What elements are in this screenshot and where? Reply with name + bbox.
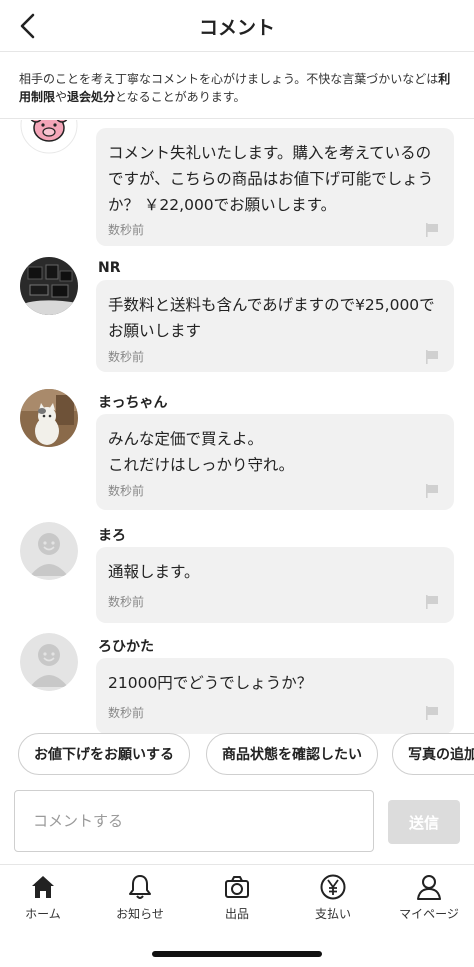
comment-text: 21000円でどうでしょうか？	[108, 674, 313, 692]
chip-request-discount[interactable]: お値下げをお願いする	[18, 733, 190, 775]
flag-icon[interactable]	[424, 483, 440, 499]
avatar[interactable]	[20, 633, 78, 691]
comment-username: ろひかた	[98, 639, 154, 655]
quick-reply-chips: お値下げをお願いする 商品状態を確認したい 写真の追加	[0, 733, 474, 777]
bell-icon	[129, 875, 151, 899]
comment-list[interactable]: コメント失礼いたします。購入を考えているのですが、こちらの商品はお値下げ可能でし…	[0, 120, 474, 764]
tab-label: 支払い	[314, 907, 351, 921]
chip-add-photo[interactable]: 写真の追加	[392, 733, 474, 775]
comment-time: 数秒前	[108, 350, 145, 364]
comment-guideline-notice: 相手のことを考え丁寧なコメントを心がけましょう。不快な言葉づかいなどは利用制限や…	[0, 53, 474, 119]
comment-username: まろ	[98, 528, 126, 544]
tab-mypage[interactable]: マイページ	[382, 873, 474, 927]
tab-label: お知らせ	[116, 907, 164, 921]
notice-account-deletion: 退会処分	[67, 90, 116, 104]
notice-text-end: となることがあります。	[115, 90, 246, 104]
dark-photo-avatar	[20, 257, 78, 315]
tab-label: マイページ	[399, 907, 459, 921]
yen-icon	[320, 874, 346, 900]
send-button[interactable]: 送信	[388, 800, 460, 844]
tab-label: ホーム	[25, 907, 61, 921]
comment-bubble: 21000円でどうでしょうか？ 数秒前	[96, 658, 454, 734]
comment-time: 数秒前	[108, 223, 145, 237]
avatar[interactable]	[20, 257, 78, 315]
flag-icon[interactable]	[424, 594, 440, 610]
comment-username: NR	[98, 260, 121, 276]
comment-bubble: 通報します。 数秒前	[96, 547, 454, 623]
tab-payment[interactable]: 支払い	[286, 873, 380, 927]
default-face-icon	[20, 633, 78, 691]
avatar[interactable]	[20, 522, 78, 580]
comment-input[interactable]	[14, 790, 374, 852]
chip-check-condition[interactable]: 商品状態を確認したい	[206, 733, 378, 775]
person-icon	[417, 875, 441, 900]
comment-input-row: 送信	[0, 790, 474, 854]
comment-bubble: みんな定価で買えよ。 これだけはしっかり守れ。 数秒前	[96, 414, 454, 510]
comment-time: 数秒前	[108, 484, 145, 498]
home-indicator	[152, 951, 322, 957]
comment-text: コメント失礼いたします。購入を考えているのですが、こちらの商品はお値下げ可能でし…	[108, 144, 434, 214]
avatar[interactable]	[20, 389, 78, 447]
flag-icon[interactable]	[424, 349, 440, 365]
cat-photo-avatar	[20, 389, 78, 447]
comment-text: みんな定価で買えよ。 これだけはしっかり守れ。	[108, 430, 295, 474]
comment-text: 手数料と送料も含んであげますので¥25,000でお願いします	[108, 296, 435, 340]
tab-sell[interactable]: 出品	[190, 873, 284, 927]
bottom-tab-bar: ホーム お知らせ 出品 支払い マイページ	[0, 864, 474, 934]
comment-bubble: コメント失礼いたします。購入を考えているのですが、こちらの商品はお値下げ可能でし…	[96, 128, 454, 246]
flag-icon[interactable]	[424, 705, 440, 721]
default-face-icon	[20, 522, 78, 580]
home-icon	[32, 876, 54, 898]
comment-bubble: 手数料と送料も含んであげますので¥25,000でお願いします 数秒前	[96, 280, 454, 372]
pink-character-icon	[20, 120, 78, 154]
tab-home[interactable]: ホーム	[0, 873, 90, 927]
comment-text: 通報します。	[108, 563, 200, 581]
camera-icon	[225, 876, 249, 898]
tab-label: 出品	[224, 907, 249, 921]
top-bar: コメント	[0, 0, 474, 52]
tab-notifications[interactable]: お知らせ	[93, 873, 187, 927]
avatar[interactable]	[20, 120, 78, 154]
comment-username: まっちゃん	[98, 395, 168, 411]
comment-time: 数秒前	[108, 706, 145, 720]
flag-icon[interactable]	[424, 222, 440, 238]
notice-text: 相手のことを考え丁寧なコメントを心がけましょう。不快な言葉づかいなどは	[19, 72, 439, 86]
comment-time: 数秒前	[108, 595, 145, 609]
page-title: コメント	[198, 17, 275, 39]
notice-text-connector: や	[55, 90, 68, 104]
